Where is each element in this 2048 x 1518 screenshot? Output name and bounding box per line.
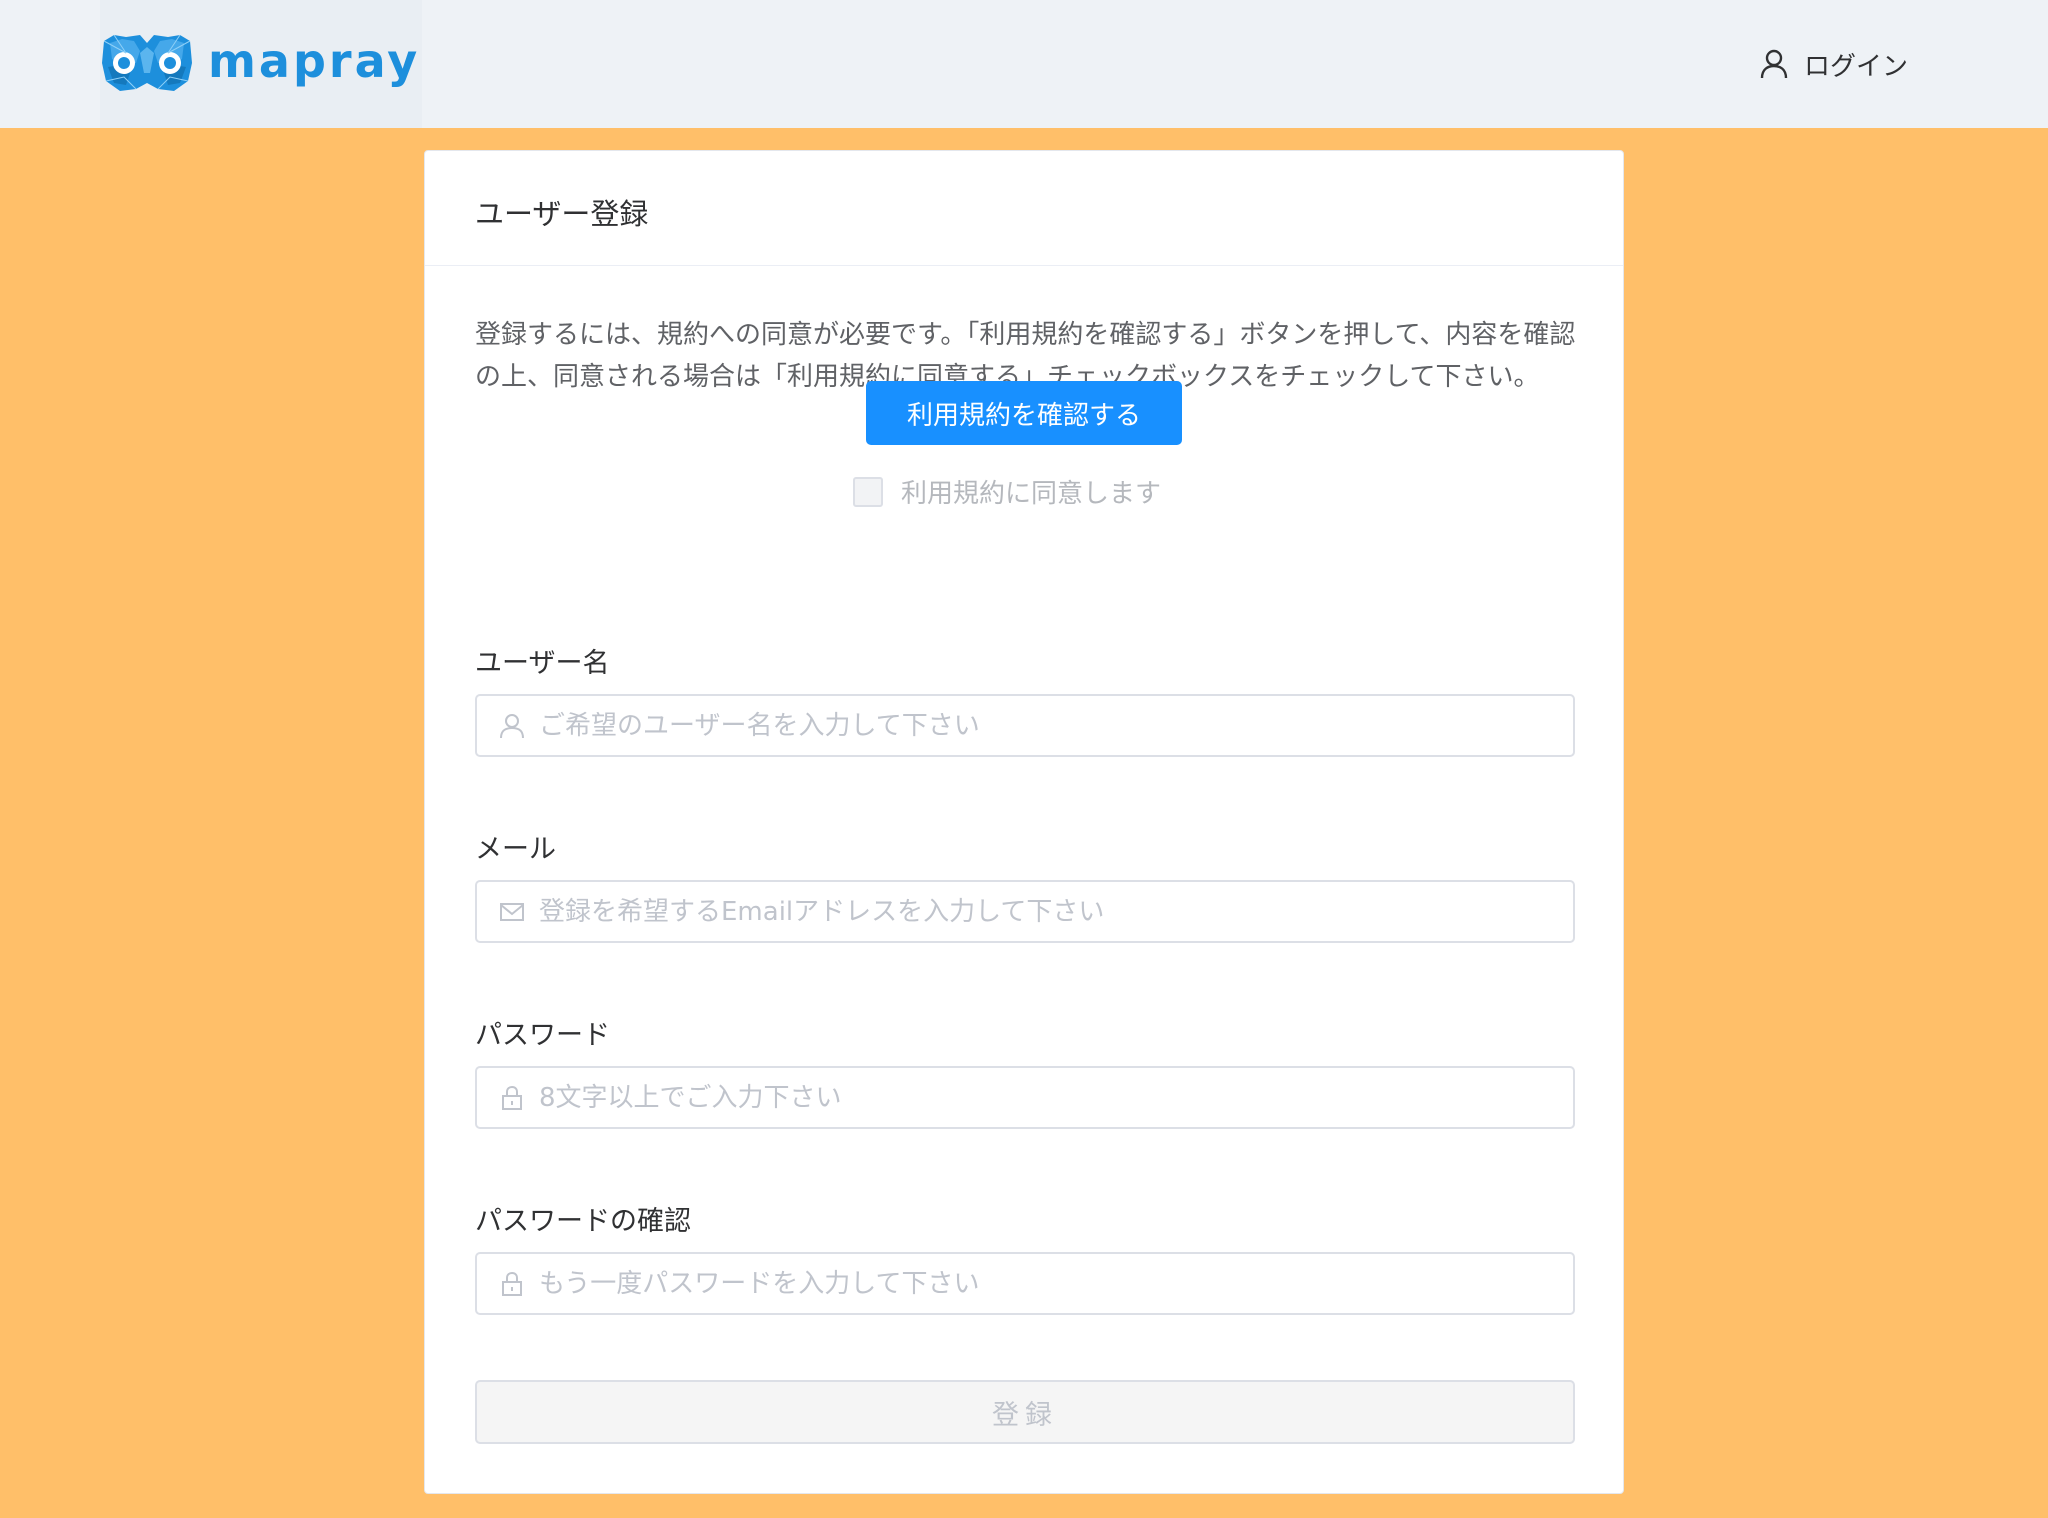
agree-terms-checkbox[interactable]: 利用規約に同意します [853,473,1161,510]
owl-logo-icon [102,34,192,91]
user-icon [1760,49,1788,79]
email-label: メール [475,834,556,865]
username-field[interactable] [475,694,1575,757]
top-header: mapray ログイン [0,0,2048,128]
password-confirm-field[interactable] [475,1252,1575,1315]
card-title: ユーザー登録 [425,151,1623,266]
password-field[interactable] [475,1066,1575,1129]
password-input[interactable] [539,1082,1539,1113]
lock-icon [502,1271,522,1296]
username-input[interactable] [539,710,1539,741]
password-confirm-label: パスワードの確認 [475,1206,691,1237]
email-input[interactable] [539,896,1539,927]
brand-logo[interactable]: mapray [100,0,422,128]
user-icon [500,713,524,738]
email-field[interactable] [475,880,1575,943]
username-label: ユーザー名 [475,648,610,679]
login-label: ログイン [1803,51,1908,82]
login-link[interactable]: ログイン [1760,44,1908,84]
lock-icon [502,1085,522,1110]
mail-icon [500,902,524,921]
agree-terms-label: 利用規約に同意します [901,479,1162,509]
password-confirm-input[interactable] [539,1268,1539,1299]
registration-card: ユーザー登録 登録するには、規約への同意が必要です。「利用規約を確認する」ボタン… [424,150,1624,1494]
view-terms-button[interactable]: 利用規約を確認する [866,381,1182,445]
brand-name: mapray [208,34,421,88]
password-label: パスワード [475,1020,610,1051]
checkbox-box[interactable] [853,476,883,507]
register-button[interactable]: 登録 [475,1380,1575,1444]
